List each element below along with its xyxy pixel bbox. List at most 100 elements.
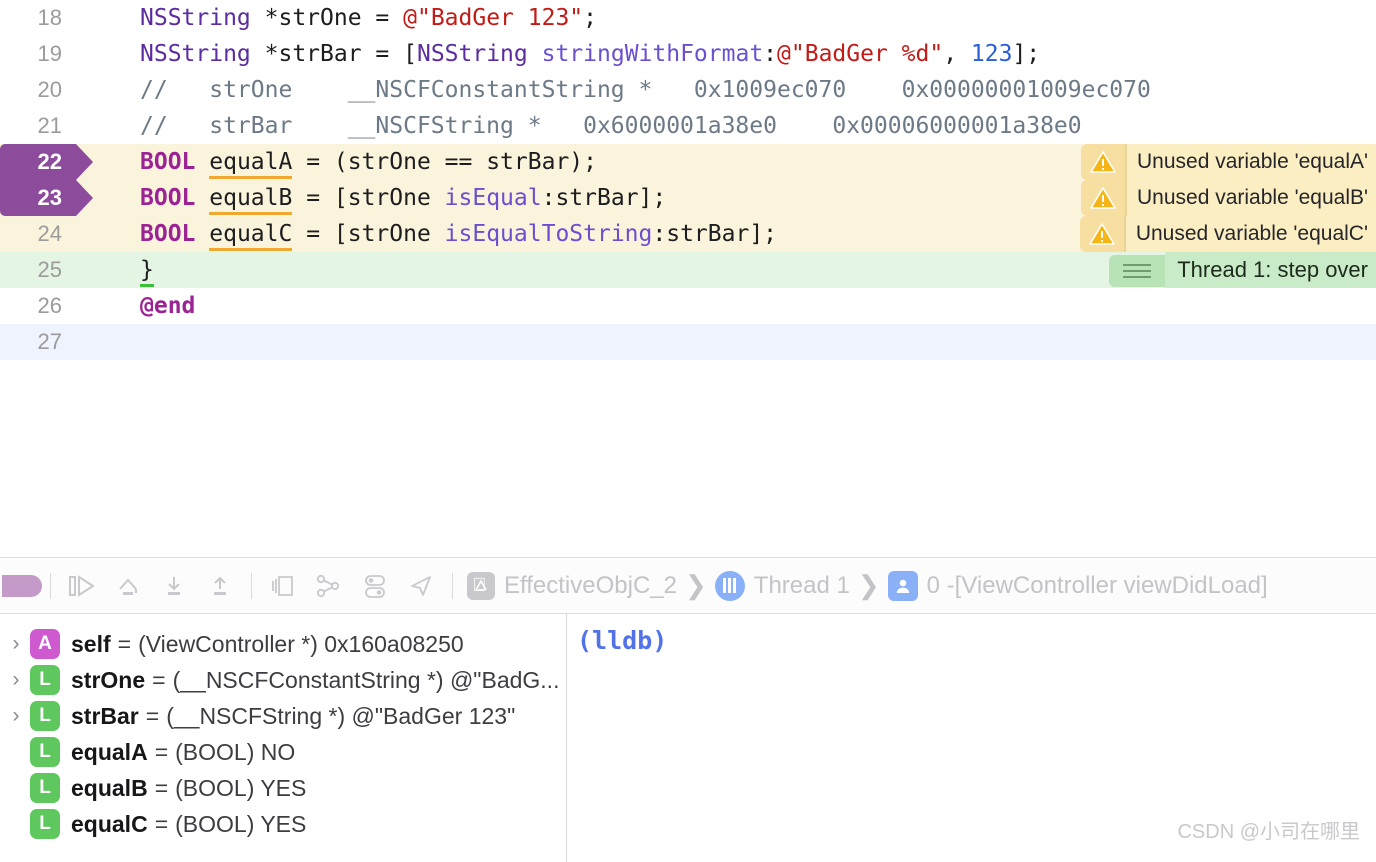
code-line-23[interactable]: 23BOOL equalB = [strOne isEqual:strBar];…	[0, 180, 1376, 216]
code-text[interactable]: // strBar __NSCFString * 0x6000001a38e0 …	[78, 113, 1082, 139]
code-text[interactable]: BOOL equalC = [strOne isEqualToString:st…	[78, 221, 777, 247]
variable-name: equalB	[71, 775, 148, 802]
line-number[interactable]: 23	[0, 180, 78, 216]
token	[195, 149, 209, 175]
token: NSString	[140, 5, 251, 31]
token: equalB	[209, 185, 292, 215]
drag-handle-icon[interactable]	[1109, 255, 1165, 287]
code-text[interactable]: NSString *strBar = [NSString stringWithF…	[78, 41, 1040, 67]
code-text[interactable]: @end	[78, 293, 195, 319]
token: // strBar __NSCFString * 0x6000001a38e0 …	[140, 113, 1082, 139]
warning-banner[interactable]: Unused variable 'equalC'	[1080, 216, 1376, 252]
variables-view[interactable]: ›Aself=(ViewController *) 0x160a08250›Ls…	[0, 614, 566, 862]
line-number[interactable]: 19	[0, 36, 78, 72]
token	[528, 41, 542, 67]
variable-row[interactable]: LequalC=(BOOL) YES	[0, 806, 566, 842]
breadcrumb-thread[interactable]: Thread 1	[754, 572, 850, 600]
layers-icon[interactable]	[260, 566, 306, 606]
token: // strOne __NSCFConstantString * 0x1009e…	[140, 77, 1151, 103]
code-text[interactable]: BOOL equalB = [strOne isEqual:strBar];	[78, 185, 666, 211]
code-text[interactable]: NSString *strOne = @"BadGer 123";	[78, 5, 597, 31]
variable-name: strBar	[71, 703, 139, 730]
equals-sign: =	[155, 775, 168, 802]
line-number[interactable]: 22	[0, 144, 78, 180]
code-line-25[interactable]: 25} Thread 1: step over	[0, 252, 1376, 288]
variable-row[interactable]: LequalA=(BOOL) NO	[0, 734, 566, 770]
token: NSString	[140, 41, 251, 67]
equals-sign: =	[155, 739, 168, 766]
share-graph-icon[interactable]	[306, 566, 352, 606]
line-number[interactable]: 25	[0, 252, 78, 288]
variable-row[interactable]: LequalB=(BOOL) YES	[0, 770, 566, 806]
token: BOOL	[140, 149, 195, 175]
code-line-20[interactable]: 20 // strOne __NSCFConstantString * 0x100…	[0, 72, 1376, 108]
hide-debug-area-pill[interactable]	[2, 575, 42, 597]
code-line-18[interactable]: 18NSString *strOne = @"BadGer 123";	[0, 0, 1376, 36]
person-icon	[888, 571, 918, 601]
variable-row[interactable]: ›Aself=(ViewController *) 0x160a08250	[0, 626, 566, 662]
toggles-icon[interactable]	[352, 566, 398, 606]
token: }	[140, 257, 154, 287]
app-store-icon: 	[467, 572, 495, 600]
variable-row[interactable]: ›LstrOne=(__NSCFConstantString *) @"BadG…	[0, 662, 566, 698]
chevron-right-icon-2: ❯	[858, 570, 880, 601]
warning-triangle-icon	[1080, 216, 1124, 252]
source-editor[interactable]: 18NSString *strOne = @"BadGer 123";19NSS…	[0, 0, 1376, 557]
token: @"BadGer 123"	[403, 5, 583, 31]
code-line-19[interactable]: 19NSString *strBar = [NSString stringWit…	[0, 36, 1376, 72]
token: strBar	[278, 41, 361, 67]
variable-scope-badge: L	[30, 737, 60, 767]
equals-sign: =	[118, 631, 131, 658]
warning-banner[interactable]: Unused variable 'equalB'	[1081, 180, 1376, 216]
continue-button[interactable]	[59, 566, 105, 606]
code-line-21[interactable]: 21 // strBar __NSCFString * 0x6000001a38e…	[0, 108, 1376, 144]
code-text[interactable]: BOOL equalA = (strOne == strBar);	[78, 149, 597, 175]
token	[195, 185, 209, 211]
code-line-27[interactable]: 27	[0, 324, 1376, 360]
line-number[interactable]: 27	[0, 324, 78, 360]
toolbar-divider-2	[251, 573, 252, 599]
equals-sign: =	[146, 703, 159, 730]
line-number[interactable]: 20	[0, 72, 78, 108]
token: = [	[362, 41, 417, 67]
token: :	[763, 41, 777, 67]
line-number[interactable]: 18	[0, 0, 78, 36]
breadcrumb-process[interactable]: EffectiveObjC_2	[504, 572, 677, 600]
code-text[interactable]: }	[78, 257, 154, 283]
variable-value: (BOOL) YES	[175, 775, 306, 802]
step-out-button[interactable]	[197, 566, 243, 606]
equals-sign: =	[152, 667, 165, 694]
breadcrumb-frame[interactable]: 0 -[ViewController viewDidLoad]	[927, 572, 1268, 600]
variable-value: (__NSCFString *) @"BadGer 123"	[166, 703, 515, 730]
step-over-button[interactable]	[105, 566, 151, 606]
disclosure-chevron-icon[interactable]: ›	[2, 704, 30, 728]
code-line-22[interactable]: 22BOOL equalA = (strOne == strBar); Unuse…	[0, 144, 1376, 180]
variable-row[interactable]: ›LstrBar=(__NSCFString *) @"BadGer 123"	[0, 698, 566, 734]
token: *	[251, 5, 279, 31]
line-number[interactable]: 26	[0, 288, 78, 324]
step-into-button[interactable]	[151, 566, 197, 606]
token: strOne	[278, 5, 361, 31]
line-number[interactable]: 24	[0, 216, 78, 252]
line-number[interactable]: 21	[0, 108, 78, 144]
execution-banner[interactable]: Thread 1: step over	[1109, 252, 1376, 288]
code-text[interactable]: // strOne __NSCFConstantString * 0x1009e…	[78, 77, 1151, 103]
variable-scope-badge: A	[30, 629, 60, 659]
warning-message: Unused variable 'equalA'	[1125, 144, 1376, 180]
location-arrow-icon[interactable]	[398, 566, 444, 606]
variable-name: equalC	[71, 811, 148, 838]
token: = [strOne	[292, 221, 444, 247]
code-line-24[interactable]: 24BOOL equalC = [strOne isEqualToString:…	[0, 216, 1376, 252]
disclosure-chevron-icon[interactable]: ›	[2, 632, 30, 656]
console-view[interactable]: (lldb) CSDN @小司在哪里	[567, 614, 1376, 862]
execution-message: Thread 1: step over	[1165, 252, 1376, 288]
token: stringWithFormat	[542, 41, 764, 67]
code-line-26[interactable]: 26 @end	[0, 288, 1376, 324]
token: = (strOne == strBar);	[292, 149, 597, 175]
token: @end	[140, 293, 195, 319]
token: isEqualToString	[445, 221, 653, 247]
variable-name: self	[71, 631, 111, 658]
variable-value: (BOOL) NO	[175, 739, 295, 766]
warning-banner[interactable]: Unused variable 'equalA'	[1081, 144, 1376, 180]
disclosure-chevron-icon[interactable]: ›	[2, 668, 30, 692]
